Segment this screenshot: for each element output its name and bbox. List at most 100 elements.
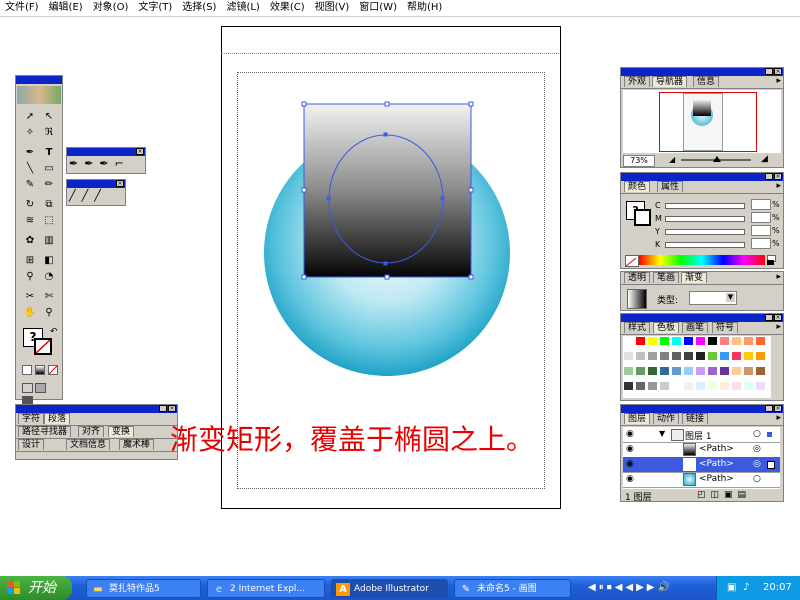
tab-pathfinder[interactable]: 路径寻找器 <box>18 426 72 437</box>
eye-icon[interactable]: ◉ <box>626 474 634 484</box>
tab-navigator[interactable]: 导航器 <box>652 76 688 87</box>
zoom-out-icon[interactable]: ◢ <box>669 155 677 164</box>
color-swatch[interactable] <box>719 351 730 361</box>
color-swatch[interactable] <box>707 351 718 361</box>
pen-tool-options-icon[interactable]: ✒✒✒⌐ <box>69 157 145 173</box>
color-swatch[interactable] <box>707 381 718 391</box>
layer-name[interactable]: 图层 1 <box>685 429 712 442</box>
close-icon[interactable]: × <box>774 314 782 321</box>
stroke-swatch[interactable] <box>34 338 52 355</box>
layer-row[interactable]: ◉ ▼ 图层 1 ○ <box>623 427 780 443</box>
color-swatch[interactable] <box>659 366 670 376</box>
rotate-tool-icon[interactable]: ↻ <box>22 198 38 212</box>
color-swatch[interactable] <box>683 351 694 361</box>
none-color-icon[interactable] <box>625 255 639 267</box>
color-swatch[interactable] <box>659 381 670 391</box>
panel-menu-icon[interactable]: ▸ <box>776 76 781 86</box>
target-icon[interactable]: ○ <box>753 474 761 484</box>
graph-tool-icon[interactable]: ▥ <box>41 234 57 248</box>
zoom-level-field[interactable]: 73% <box>623 155 655 167</box>
color-swatch[interactable] <box>659 351 670 361</box>
tab-brushes[interactable]: 画笔 <box>682 322 709 333</box>
color-swatch[interactable] <box>623 366 634 376</box>
color-swatch[interactable] <box>671 381 682 391</box>
color-swatch[interactable] <box>695 381 706 391</box>
tab-transparency[interactable]: 透明 <box>624 272 651 283</box>
zoom-in-icon[interactable]: ◢ <box>761 154 768 164</box>
tab-gradient[interactable]: 渐变 <box>681 272 708 283</box>
panel-menu-icon[interactable]: ▸ <box>776 322 781 332</box>
tab-transform[interactable]: 变换 <box>108 426 135 437</box>
color-swatch[interactable] <box>683 366 694 376</box>
minimize-icon[interactable]: _ <box>765 68 773 75</box>
channel-y-slider[interactable] <box>665 229 745 235</box>
color-swatch[interactable] <box>635 366 646 376</box>
tab-info[interactable]: 信息 <box>693 76 720 87</box>
tab-align[interactable]: 对齐 <box>78 426 105 437</box>
color-mode-buttons[interactable] <box>22 365 58 375</box>
blend-tool-icon[interactable]: ◔ <box>41 270 57 284</box>
color-swatch[interactable] <box>659 336 670 346</box>
close-icon[interactable]: × <box>774 173 782 180</box>
channel-c-field[interactable] <box>751 199 771 210</box>
layer-name[interactable]: <Path> <box>699 444 734 454</box>
scale-tool-icon[interactable]: ⧉ <box>41 198 57 212</box>
channel-k-field[interactable] <box>751 238 771 249</box>
channel-y-field[interactable] <box>751 225 771 236</box>
mesh-tool-icon[interactable]: ⊞ <box>22 254 38 268</box>
color-titlebar[interactable]: _ × <box>621 173 783 181</box>
panel-menu-icon[interactable]: ▸ <box>776 272 781 282</box>
layer-row[interactable]: ◉ <Path> ◎ <box>623 442 780 458</box>
color-swatch[interactable] <box>743 381 754 391</box>
color-swatch[interactable] <box>647 351 658 361</box>
tab-swatches[interactable]: 色板 <box>653 322 680 333</box>
color-swatch[interactable] <box>647 366 658 376</box>
swap-fill-stroke-icon[interactable]: ↶ <box>50 327 58 337</box>
selection-indicator[interactable] <box>767 461 775 469</box>
minimize-icon[interactable]: _ <box>765 405 773 412</box>
color-swatch[interactable] <box>671 366 682 376</box>
layer-name[interactable]: <Path> <box>699 459 734 469</box>
tab-symbols[interactable]: 符号 <box>712 322 739 333</box>
taskbar-item-folder[interactable]: ▬ 莫扎特作品5 <box>86 579 201 598</box>
tab-actions[interactable]: 动作 <box>653 413 680 424</box>
color-swatch[interactable] <box>635 351 646 361</box>
color-swatch[interactable] <box>647 381 658 391</box>
tab-appearance[interactable]: 外观 <box>624 76 651 87</box>
close-icon[interactable]: × <box>136 148 144 155</box>
color-swatch[interactable] <box>623 336 634 346</box>
color-swatch[interactable] <box>755 366 766 376</box>
layers-footer-buttons[interactable]: ◰◫▣▤ <box>697 490 751 500</box>
eye-icon[interactable]: ◉ <box>626 459 634 469</box>
color-swatch[interactable] <box>623 351 634 361</box>
color-swatch[interactable] <box>731 351 742 361</box>
color-swatch[interactable] <box>707 336 718 346</box>
rectangle-tool-icon[interactable]: ▭ <box>41 162 57 176</box>
tab-attributes[interactable]: 属性 <box>657 181 684 192</box>
start-button[interactable]: 开始 <box>0 576 72 600</box>
zoom-slider-thumb[interactable] <box>713 156 721 162</box>
color-swatch[interactable] <box>683 336 694 346</box>
panel-menu-icon[interactable]: ▸ <box>776 413 781 423</box>
toolbox-titlebar[interactable] <box>16 76 62 84</box>
taskbar-item-illustrator[interactable]: A Adobe Illustrator <box>331 579 448 598</box>
tab-styles[interactable]: 样式 <box>624 322 651 333</box>
tab-character[interactable]: 字符 <box>18 413 45 424</box>
color-stroke-proxy[interactable] <box>634 209 651 226</box>
gradient-tool-icon[interactable]: ◧ <box>41 254 57 268</box>
eye-icon[interactable]: ◉ <box>626 429 634 439</box>
selection-indicator[interactable] <box>767 432 772 437</box>
slice-tool-icon[interactable]: ✂ <box>22 290 38 304</box>
pencil-flyout-titlebar[interactable]: × <box>67 180 125 188</box>
color-swatch[interactable] <box>671 336 682 346</box>
color-swatch[interactable] <box>731 336 742 346</box>
zoom-tool-icon[interactable]: ⚲ <box>41 306 57 320</box>
color-swatch[interactable] <box>683 381 694 391</box>
lasso-tool-icon[interactable]: ℜ <box>41 126 57 140</box>
layer-row-selected[interactable]: ◉ <Path> ◎ <box>623 457 780 473</box>
color-spectrum-bar[interactable] <box>639 255 765 265</box>
symbol-sprayer-tool-icon[interactable]: ✿ <box>22 234 38 248</box>
layer-row[interactable]: ◉ <Path> ○ <box>623 472 780 488</box>
volume-icon[interactable]: ♪ <box>743 576 749 600</box>
color-swatch[interactable] <box>623 381 634 391</box>
